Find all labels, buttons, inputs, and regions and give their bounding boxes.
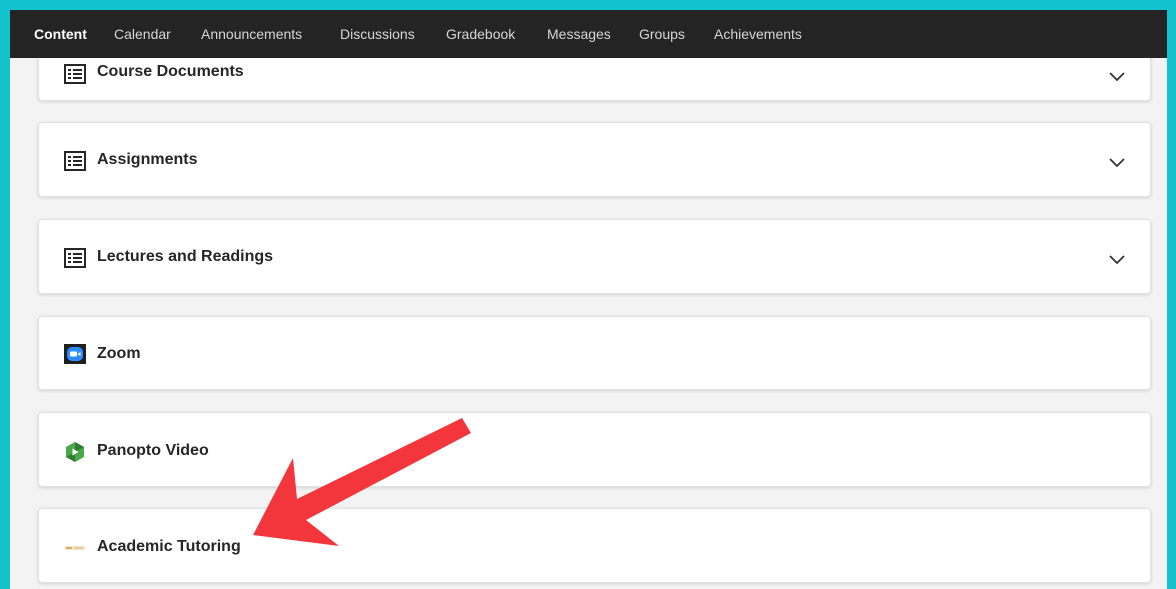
content-item-label: Zoom: [97, 345, 141, 362]
content-item-label: Assignments: [97, 151, 198, 168]
document-list-icon: [64, 248, 86, 268]
document-list-icon: [64, 151, 86, 171]
tab-discussions[interactable]: Discussions: [340, 10, 415, 58]
chevron-down-icon[interactable]: [1108, 156, 1126, 168]
tab-groups[interactable]: Groups: [639, 10, 685, 58]
tab-achievements[interactable]: Achievements: [714, 10, 802, 58]
tab-calendar[interactable]: Calendar: [114, 10, 171, 58]
chevron-down-icon[interactable]: [1108, 253, 1126, 265]
app-frame: Content Calendar Announcements Discussio…: [10, 10, 1167, 589]
content-item-panopto-video[interactable]: Panopto Video: [38, 412, 1151, 487]
zoom-logo-icon: [64, 344, 86, 364]
panopto-logo-icon: [66, 442, 84, 462]
document-list-icon: [64, 64, 86, 84]
content-item-assignments[interactable]: Assignments: [38, 122, 1151, 197]
tutoring-logo-icon: [65, 546, 85, 550]
chevron-down-icon[interactable]: [1108, 70, 1126, 82]
tab-announcements[interactable]: Announcements: [201, 10, 302, 58]
tab-gradebook[interactable]: Gradebook: [446, 10, 515, 58]
tab-content[interactable]: Content: [24, 10, 97, 58]
content-item-lectures-and-readings[interactable]: Lectures and Readings: [38, 219, 1151, 294]
course-top-nav: Content Calendar Announcements Discussio…: [10, 10, 1167, 58]
content-item-label: Panopto Video: [97, 442, 209, 459]
tab-messages[interactable]: Messages: [547, 10, 611, 58]
content-item-academic-tutoring[interactable]: Academic Tutoring: [38, 508, 1151, 583]
content-item-zoom[interactable]: Zoom: [38, 316, 1151, 390]
content-item-label: Course Documents: [97, 63, 244, 80]
content-item-label: Lectures and Readings: [97, 248, 274, 265]
content-item-label: Academic Tutoring: [97, 538, 241, 555]
